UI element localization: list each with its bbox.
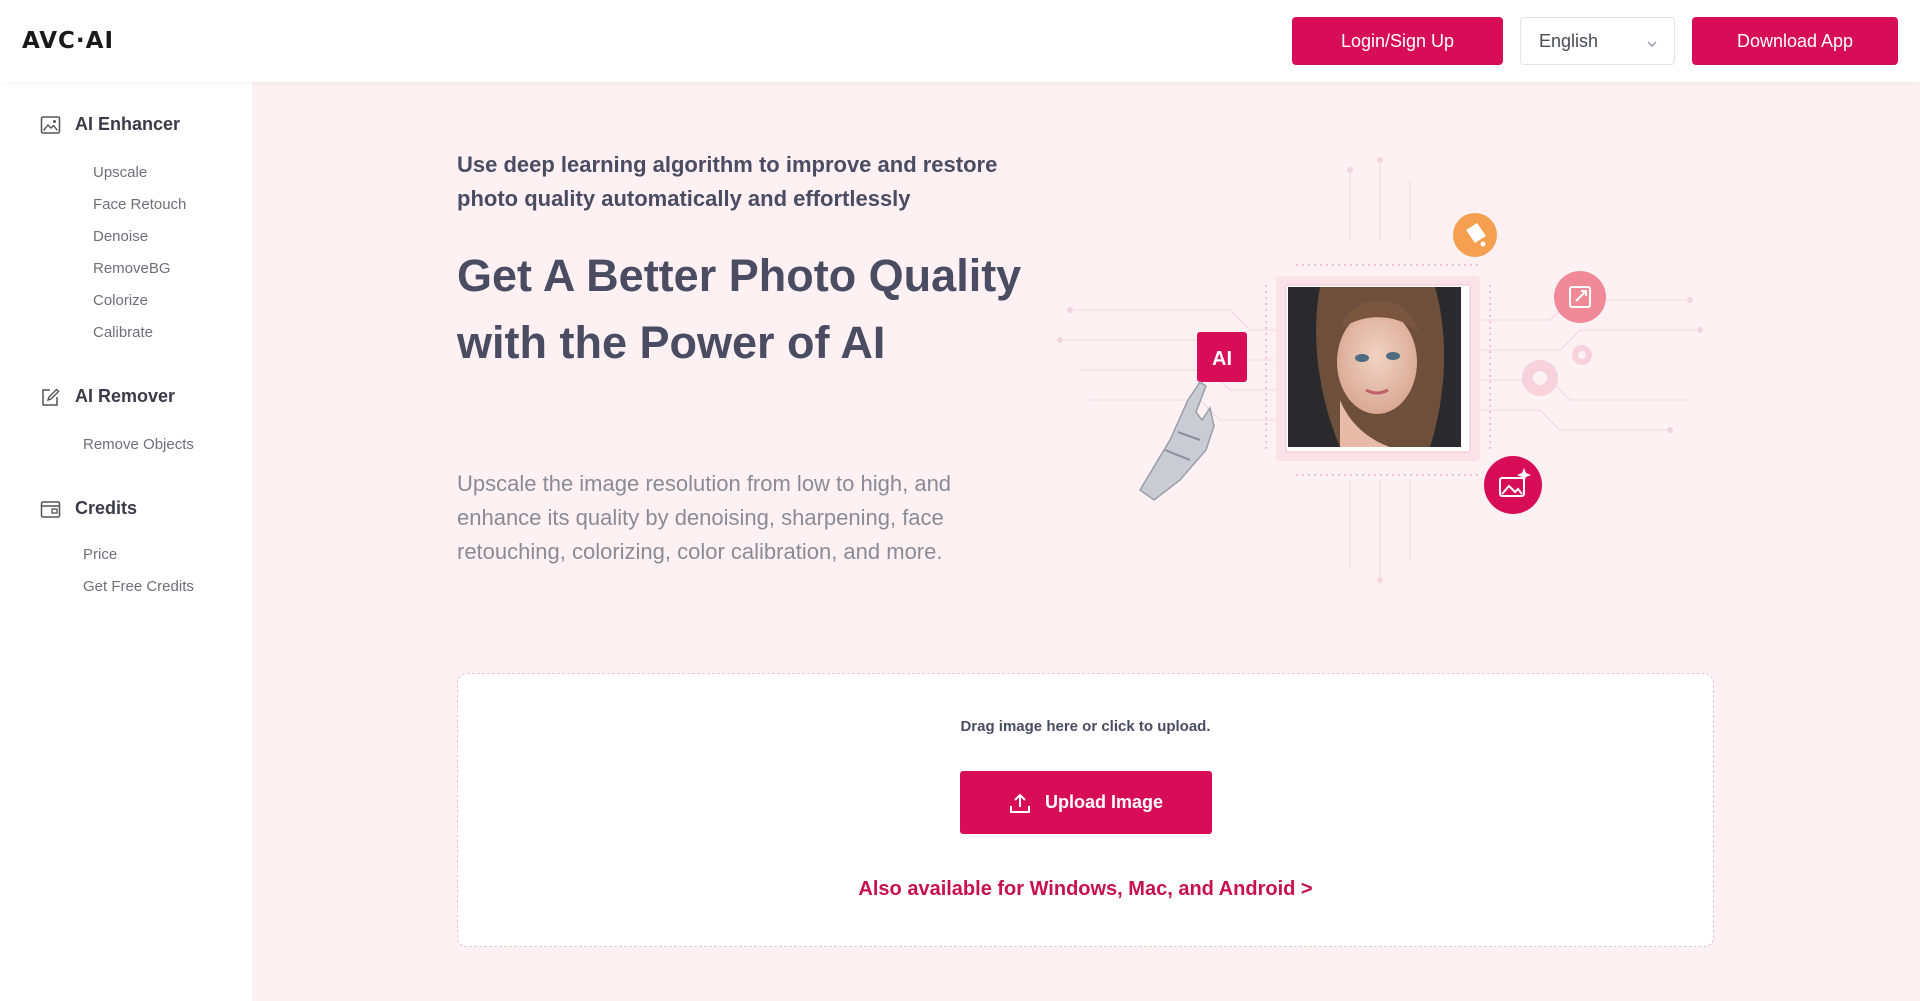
sidebar-item-face-retouch[interactable]: Face Retouch: [93, 196, 186, 213]
sidebar-item-calibrate[interactable]: Calibrate: [93, 324, 153, 341]
language-select[interactable]: English: [1520, 17, 1675, 65]
sidebar-item-removebg[interactable]: RemoveBG: [93, 260, 171, 277]
sidebar-section-ai-enhancer[interactable]: AI Enhancer: [40, 114, 180, 135]
sidebar-section-ai-remover[interactable]: AI Remover: [40, 386, 175, 407]
sidebar-item-denoise[interactable]: Denoise: [93, 228, 148, 245]
site-logo[interactable]: AVC·AI: [22, 28, 114, 54]
sidebar-item-remove-objects[interactable]: Remove Objects: [83, 436, 194, 453]
hero-title: Get A Better Photo Quality with the Powe…: [457, 250, 1022, 368]
upload-dropzone[interactable]: Drag image here or click to upload. Uplo…: [457, 673, 1714, 947]
edit-icon: [42, 388, 60, 406]
top-header: AVC·AI Login/Sign Up English Download Ap…: [0, 0, 1920, 82]
language-value: English: [1539, 30, 1599, 51]
sidebar-item-get-free-credits[interactable]: Get Free Credits: [83, 578, 194, 595]
upload-icon: [1009, 793, 1030, 813]
hero-description: Upscale the image resolution from low to…: [457, 471, 952, 564]
chevron-down-icon: [1646, 34, 1658, 55]
login-signup-button[interactable]: Login/Sign Up: [1292, 17, 1503, 65]
sidebar-section-label: AI Enhancer: [75, 114, 181, 134]
upload-button-label: Upload Image: [1044, 792, 1164, 812]
hero-intro: Use deep learning algorithm to improve a…: [457, 152, 998, 211]
wallet-icon: [40, 500, 61, 518]
upload-image-button[interactable]: Upload Image: [960, 771, 1212, 834]
sidebar-item-upscale[interactable]: Upscale: [93, 164, 147, 181]
sidebar-item-colorize[interactable]: Colorize: [93, 292, 148, 309]
also-available-link[interactable]: Also available for Windows, Mac, and And…: [458, 878, 1713, 901]
image-icon: [40, 115, 61, 134]
sidebar-section-label: AI Remover: [75, 386, 176, 406]
upload-hint: Drag image here or click to upload.: [960, 718, 1211, 735]
sidebar-section-credits[interactable]: Credits: [40, 498, 137, 519]
download-app-button[interactable]: Download App: [1692, 17, 1898, 65]
svg-text:AI: AI: [1212, 348, 1232, 370]
sidebar-section-label: Credits: [75, 498, 138, 518]
hero-illustration: AI: [1050, 150, 1710, 590]
sidebar: AI Enhancer Upscale Face Retouch Denoise…: [0, 82, 252, 1001]
sidebar-item-price[interactable]: Price: [83, 546, 117, 563]
